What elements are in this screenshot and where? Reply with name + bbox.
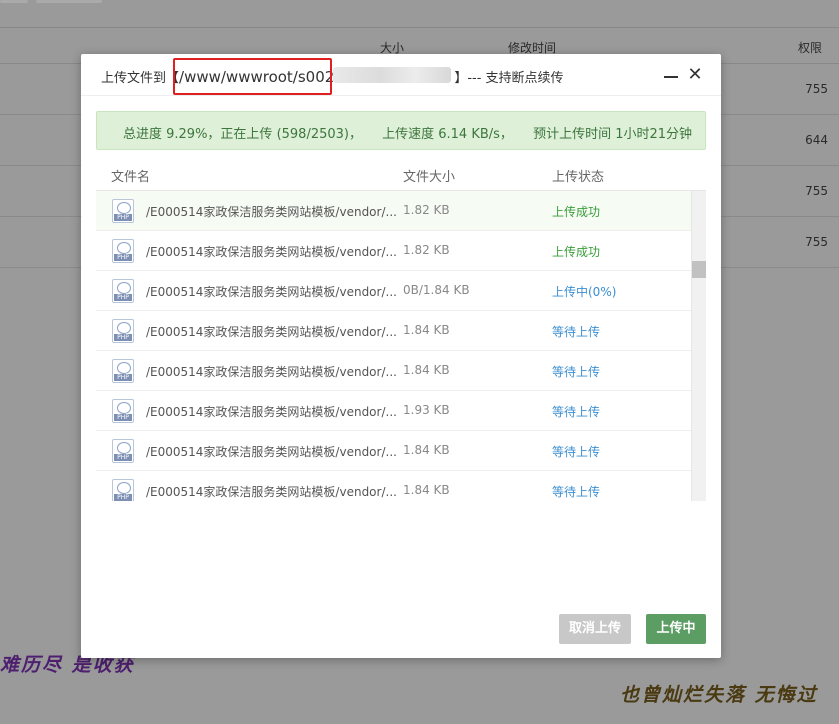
file-name: /E000514家政保洁服务类网站模板/vendor/... bbox=[146, 485, 397, 499]
table-row[interactable]: /E000514家政保洁服务类网站模板/vendor/... 1.84 KB 等… bbox=[96, 431, 691, 471]
file-status: 等待上传 bbox=[552, 405, 601, 419]
background-toolbar bbox=[0, 0, 839, 28]
table-row[interactable]: /E000514家政保洁服务类网站模板/vendor/... 1.82 KB 上… bbox=[96, 191, 691, 231]
file-status: 上传成功 bbox=[552, 245, 601, 259]
close-icon[interactable]: ✕ bbox=[687, 66, 703, 84]
background-row-permissions: 755 bbox=[805, 184, 828, 198]
background-toolbar-button bbox=[0, 0, 28, 3]
file-list[interactable]: /E000514家政保洁服务类网站模板/vendor/... 1.82 KB 上… bbox=[96, 191, 691, 501]
file-status: 等待上传 bbox=[552, 485, 601, 499]
php-file-icon bbox=[112, 479, 134, 501]
table-row[interactable]: /E000514家政保洁服务类网站模板/vendor/... 1.82 KB 上… bbox=[96, 231, 691, 271]
upload-dialog: 上传文件到【/www/wwwroot/s002 】--- 支持断点续传 ✕ 总进度… bbox=[81, 54, 721, 658]
file-name: /E000514家政保洁服务类网站模板/vendor/... bbox=[146, 405, 397, 419]
path-highlight-box bbox=[173, 58, 332, 95]
file-size: 1.84 KB bbox=[403, 483, 450, 497]
php-file-icon bbox=[112, 439, 134, 463]
file-size: 1.84 KB bbox=[403, 443, 450, 457]
background-row-permissions: 644 bbox=[805, 133, 828, 147]
background-row-permissions: 755 bbox=[805, 235, 828, 249]
redacted-path-blur bbox=[333, 67, 451, 83]
table-row[interactable]: /E000514家政保洁服务类网站模板/vendor/... 1.84 KB 等… bbox=[96, 311, 691, 351]
file-status: 等待上传 bbox=[552, 325, 601, 339]
file-name: /E000514家政保洁服务类网站模板/vendor/... bbox=[146, 245, 397, 259]
background-row-permissions: 755 bbox=[805, 82, 828, 96]
php-file-icon bbox=[112, 239, 134, 263]
php-file-icon bbox=[112, 279, 134, 303]
table-row[interactable]: /E000514家政保洁服务类网站模板/vendor/... 0B/1.84 K… bbox=[96, 271, 691, 311]
scrollbar-thumb[interactable] bbox=[692, 261, 706, 278]
file-status: 上传成功 bbox=[552, 205, 601, 219]
file-list-scrollbar[interactable] bbox=[691, 191, 706, 501]
file-size: 1.84 KB bbox=[403, 363, 450, 377]
dialog-header[interactable]: 上传文件到【/www/wwwroot/s002 】--- 支持断点续传 ✕ bbox=[81, 54, 721, 96]
table-row[interactable]: /E000514家政保洁服务类网站模板/vendor/... 1.84 KB 等… bbox=[96, 351, 691, 391]
dialog-title-suffix: 】--- 支持断点续传 bbox=[454, 71, 564, 86]
file-status: 等待上传 bbox=[552, 445, 601, 459]
file-size: 1.93 KB bbox=[403, 403, 450, 417]
php-file-icon bbox=[112, 359, 134, 383]
file-table-header: 文件名 文件大小 上传状态 bbox=[96, 159, 706, 191]
file-size: 0B/1.84 KB bbox=[403, 283, 470, 297]
table-row[interactable]: /E000514家政保洁服务类网站模板/vendor/... 1.93 KB 等… bbox=[96, 391, 691, 431]
file-name: /E000514家政保洁服务类网站模板/vendor/... bbox=[146, 205, 397, 219]
table-row[interactable]: /E000514家政保洁服务类网站模板/vendor/... 1.84 KB 等… bbox=[96, 471, 691, 501]
uploading-button[interactable]: 上传中 bbox=[646, 614, 706, 644]
progress-total: 总进度 9.29%，正在上传 (598/2503)， bbox=[123, 127, 362, 142]
file-name: /E000514家政保洁服务类网站模板/vendor/... bbox=[146, 365, 397, 379]
cancel-upload-button[interactable]: 取消上传 bbox=[559, 614, 631, 644]
file-size: 1.82 KB bbox=[403, 243, 450, 257]
background-col-permissions: 权限 bbox=[798, 41, 823, 55]
php-file-icon bbox=[112, 319, 134, 343]
file-name: /E000514家政保洁服务类网站模板/vendor/... bbox=[146, 325, 397, 339]
file-status: 上传中(0%) bbox=[552, 285, 617, 299]
file-size: 1.82 KB bbox=[403, 203, 450, 217]
watermark-right: 也曾灿烂失落 无悔过 bbox=[620, 684, 818, 706]
background-toolbar-button bbox=[36, 0, 102, 3]
dialog-title-prefix: 上传文件到【 bbox=[101, 71, 180, 86]
file-name: /E000514家政保洁服务类网站模板/vendor/... bbox=[146, 445, 397, 459]
header-upload-status: 上传状态 bbox=[552, 170, 605, 185]
file-size: 1.84 KB bbox=[403, 323, 450, 337]
file-name: /E000514家政保洁服务类网站模板/vendor/... bbox=[146, 285, 397, 299]
progress-eta: 预计上传时间 1小时21分钟 bbox=[533, 127, 693, 142]
minimize-icon[interactable] bbox=[663, 68, 679, 84]
php-file-icon bbox=[112, 199, 134, 223]
file-status: 等待上传 bbox=[552, 365, 601, 379]
upload-progress-panel: 总进度 9.29%，正在上传 (598/2503)， 上传速度 6.14 KB/… bbox=[96, 111, 706, 150]
php-file-icon bbox=[112, 399, 134, 423]
upload-progress-text: 总进度 9.29%，正在上传 (598/2503)， 上传速度 6.14 KB/… bbox=[123, 123, 708, 142]
header-file-name: 文件名 bbox=[111, 170, 151, 185]
progress-speed: 上传速度 6.14 KB/s， bbox=[382, 127, 513, 142]
header-file-size: 文件大小 bbox=[403, 170, 456, 185]
